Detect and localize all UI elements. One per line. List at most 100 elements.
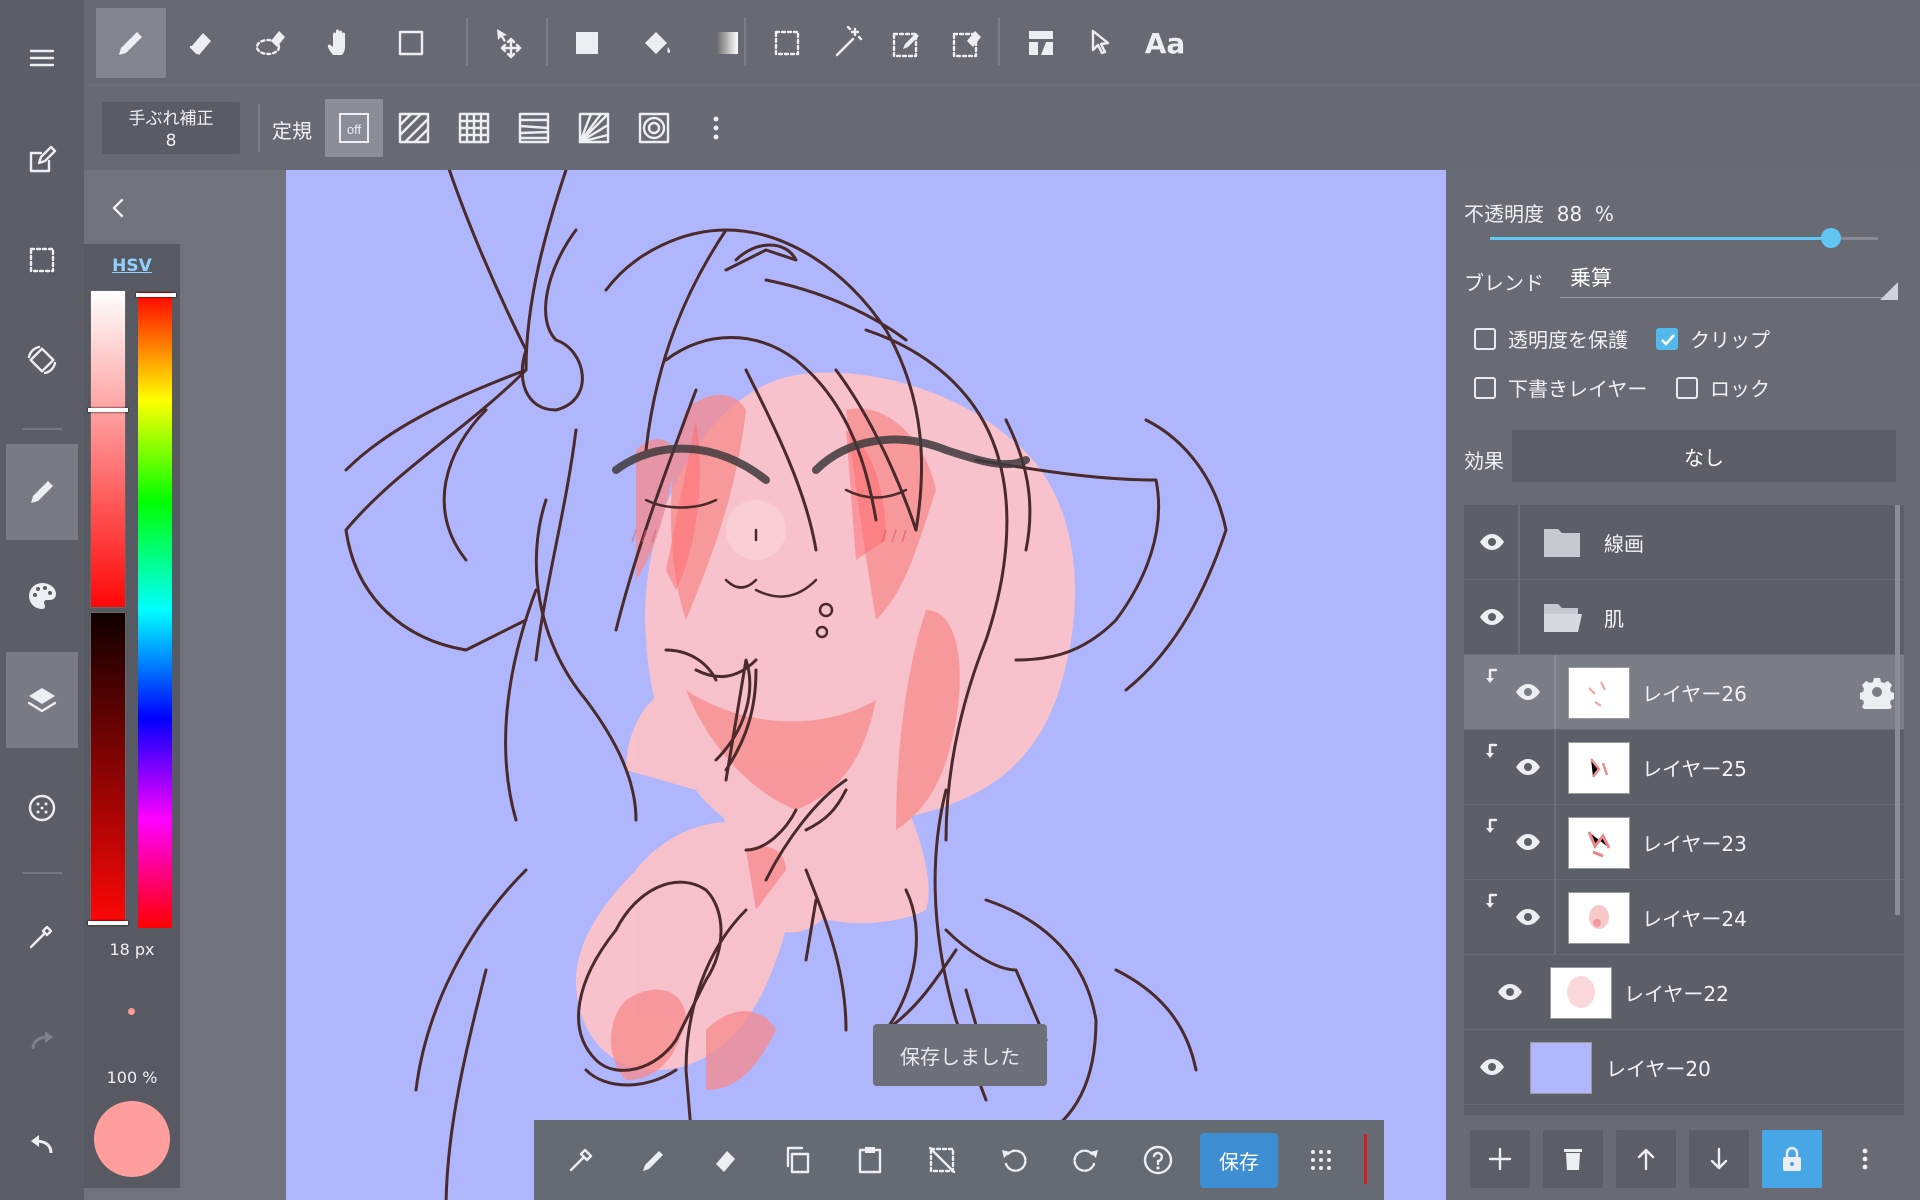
- eye-icon[interactable]: [1474, 599, 1510, 635]
- grid-dots-icon[interactable]: [1289, 1128, 1353, 1192]
- layer-row[interactable]: レイヤー23: [1464, 805, 1904, 879]
- help-icon[interactable]: [1126, 1128, 1190, 1192]
- clip-indicator-icon: [1484, 892, 1502, 910]
- eye-icon[interactable]: [1510, 749, 1546, 785]
- menu-icon[interactable]: [6, 10, 78, 106]
- save-button[interactable]: 保存: [1200, 1133, 1278, 1188]
- hue-slider[interactable]: [138, 292, 172, 928]
- select-eraser-icon[interactable]: [932, 8, 1002, 78]
- copy-icon[interactable]: [766, 1128, 830, 1192]
- layers-icon[interactable]: [6, 652, 78, 748]
- lock-checkbox[interactable]: ロック: [1676, 373, 1770, 402]
- stabilizer-label: 手ぶれ補正: [128, 109, 214, 129]
- eye-icon[interactable]: [1492, 974, 1528, 1010]
- brush-opacity-label[interactable]: 100 %: [84, 1068, 180, 1087]
- radial-ruler-icon[interactable]: [565, 99, 623, 157]
- eye-icon[interactable]: [1510, 674, 1546, 710]
- layer-row[interactable]: 線画: [1464, 505, 1904, 579]
- drawing-canvas[interactable]: [286, 170, 1446, 1200]
- left-rail: [0, 0, 84, 1200]
- protect-alpha-checkbox[interactable]: 透明度を保護: [1474, 324, 1628, 353]
- fill-square-icon[interactable]: [552, 8, 622, 78]
- eyedropper-icon[interactable]: [549, 1128, 613, 1192]
- layer-list-scrollbar[interactable]: [1895, 505, 1900, 915]
- layer-name: レイヤー20: [1606, 1056, 1711, 1081]
- eye-icon[interactable]: [1510, 899, 1546, 935]
- layer-name: 線画: [1604, 531, 1644, 556]
- value-marker[interactable]: [88, 921, 128, 925]
- text-icon[interactable]: Aa: [1130, 8, 1200, 78]
- paste-icon[interactable]: [838, 1128, 902, 1192]
- eye-icon[interactable]: [1474, 1049, 1510, 1085]
- parallel-ruler-icon[interactable]: [385, 99, 443, 157]
- redo-icon[interactable]: [6, 992, 78, 1088]
- gear-icon[interactable]: [1860, 675, 1894, 709]
- svg-text:off: off: [347, 122, 362, 137]
- bucket-icon[interactable]: [622, 8, 692, 78]
- eraser-icon[interactable]: [166, 8, 236, 78]
- layer-name: レイヤー23: [1642, 831, 1747, 856]
- move-layer-up-button[interactable]: [1616, 1130, 1676, 1188]
- eraser-icon[interactable]: [694, 1128, 758, 1192]
- more-icon[interactable]: [687, 99, 745, 157]
- effect-button[interactable]: なし: [1512, 430, 1896, 482]
- palette-icon[interactable]: [6, 548, 78, 644]
- hand-icon[interactable]: [306, 8, 376, 78]
- ruler-off-button[interactable]: off: [325, 99, 383, 157]
- opacity-slider-fill: [1490, 237, 1832, 240]
- move-layer-down-button[interactable]: [1689, 1130, 1749, 1188]
- stabilizer-button[interactable]: 手ぶれ補正 8: [102, 102, 240, 154]
- eyedropper-icon[interactable]: [6, 888, 78, 984]
- pointer-icon[interactable]: [1066, 8, 1136, 78]
- hue-marker[interactable]: [136, 293, 176, 297]
- add-layer-button[interactable]: [1470, 1130, 1530, 1188]
- shape-icon[interactable]: [376, 8, 446, 78]
- draft-layer-checkbox[interactable]: 下書きレイヤー: [1474, 373, 1647, 402]
- value-slider[interactable]: [90, 612, 126, 926]
- blend-label: ブレンド: [1464, 271, 1544, 295]
- lasso-eraser-icon[interactable]: [236, 8, 306, 78]
- brush-size-label[interactable]: 18 px: [84, 940, 180, 959]
- delete-layer-button[interactable]: [1543, 1130, 1603, 1188]
- edit-icon[interactable]: [6, 112, 78, 208]
- perspective-ruler-icon[interactable]: [505, 99, 563, 157]
- rotate-left-icon[interactable]: [982, 1128, 1046, 1192]
- brush-icon[interactable]: [6, 444, 78, 540]
- layer-row[interactable]: レイヤー20: [1464, 1030, 1904, 1104]
- grid-ruler-icon[interactable]: [445, 99, 503, 157]
- current-color-swatch[interactable]: [94, 1101, 170, 1177]
- move-icon[interactable]: [474, 8, 544, 78]
- more-icon[interactable]: [1835, 1130, 1895, 1188]
- layer-row[interactable]: レイヤー22: [1464, 955, 1904, 1029]
- layer-row[interactable]: レイヤー24: [1464, 880, 1904, 954]
- collapse-arrow-icon[interactable]: [96, 186, 142, 230]
- scroll-indicator: [1364, 1134, 1367, 1184]
- layer-row[interactable]: レイヤー25: [1464, 730, 1904, 804]
- layer-row[interactable]: 肌: [1464, 580, 1904, 654]
- clip-checkbox[interactable]: クリップ: [1656, 324, 1770, 353]
- saturation-marker[interactable]: [88, 408, 128, 412]
- eye-icon[interactable]: [1510, 824, 1546, 860]
- layer-row[interactable]: [1464, 1105, 1904, 1115]
- rotate-right-icon[interactable]: [1054, 1128, 1118, 1192]
- deselect-icon[interactable]: [910, 1128, 974, 1192]
- checkbox-icon: [1676, 376, 1698, 399]
- pen-icon[interactable]: [622, 1128, 686, 1192]
- main-toolbar: Aa: [84, 0, 1920, 84]
- lock-layer-button[interactable]: [1762, 1130, 1822, 1188]
- saturation-slider[interactable]: [90, 290, 126, 608]
- concentric-ruler-icon[interactable]: [625, 99, 683, 157]
- clip-indicator-icon: [1484, 817, 1502, 835]
- undo-icon[interactable]: [6, 1096, 78, 1192]
- rotate-icon[interactable]: [6, 312, 78, 408]
- eye-icon[interactable]: [1474, 524, 1510, 560]
- color-mode-tab[interactable]: HSV: [84, 256, 180, 276]
- opacity-value: 88: [1556, 202, 1583, 226]
- selection-icon[interactable]: [6, 212, 78, 308]
- layer-list: 線画 肌 レイヤー26 レイヤー25 レイヤー23 レイヤー24 レイヤー22 …: [1464, 505, 1904, 1115]
- blend-mode-select[interactable]: 乗算: [1560, 258, 1896, 298]
- material-icon[interactable]: [6, 760, 78, 856]
- layer-name: 肌: [1604, 606, 1624, 631]
- pen-icon[interactable]: [96, 8, 166, 78]
- layer-row-selected[interactable]: レイヤー26: [1464, 655, 1904, 729]
